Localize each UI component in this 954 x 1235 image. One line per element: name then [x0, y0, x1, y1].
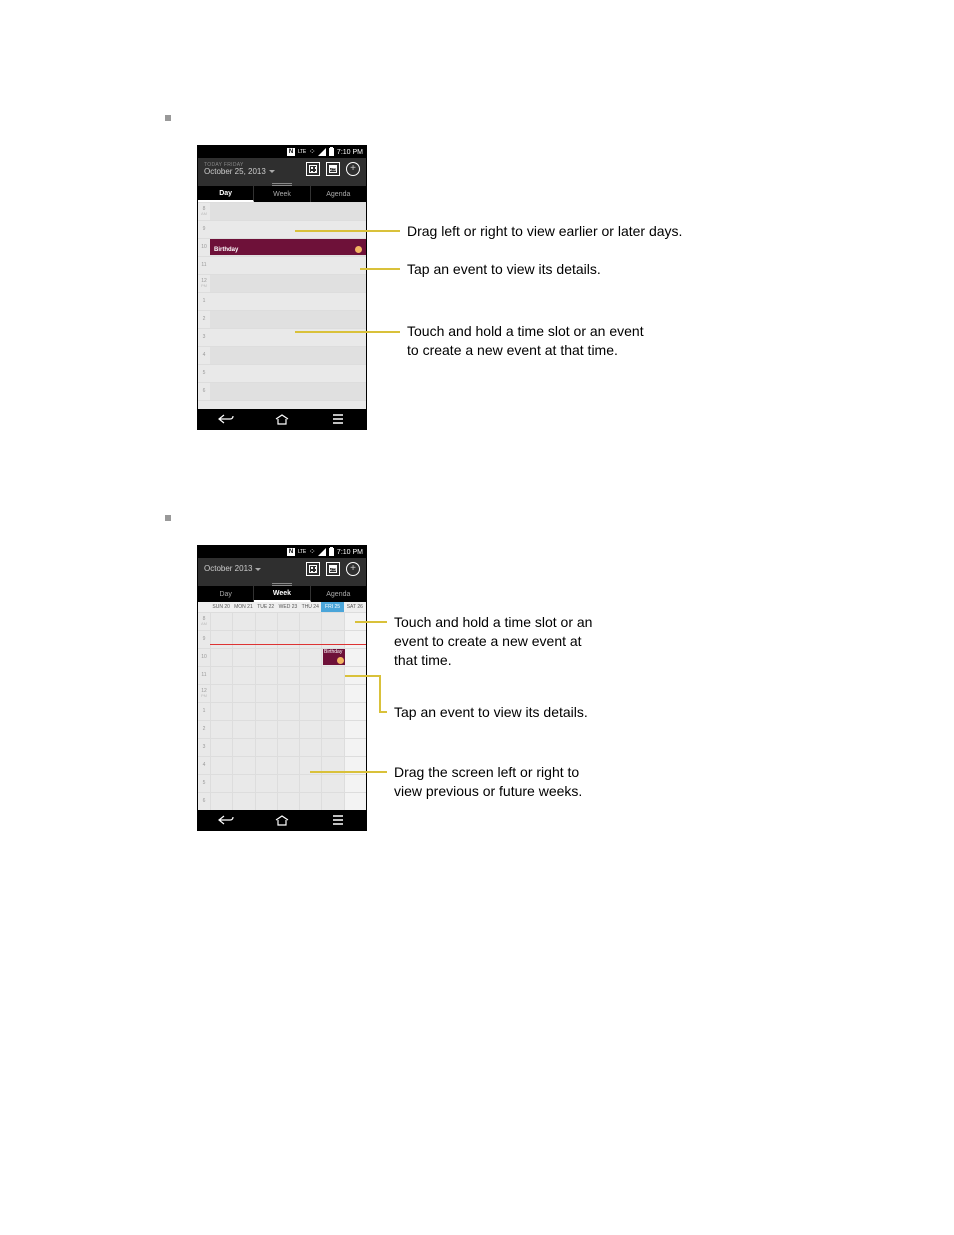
day-grid[interactable]: 8AM 9 10 11 12PM 1 2 3 4 5 6 Birthday: [198, 202, 366, 409]
header-date-picker[interactable]: October 2013: [204, 565, 300, 573]
time-slot[interactable]: [210, 383, 366, 400]
time-slot[interactable]: [210, 685, 366, 702]
week-day-label[interactable]: TUE 22: [255, 602, 277, 612]
callout-text: Touch and hold a time slot or an event t…: [407, 322, 644, 360]
time-slot[interactable]: [210, 293, 366, 310]
time-slot[interactable]: [210, 257, 366, 274]
time-slot[interactable]: [210, 401, 366, 409]
week-day-label[interactable]: WED 23: [277, 602, 299, 612]
time-slot[interactable]: [210, 365, 366, 382]
callout-text: Drag left or right to view earlier or la…: [407, 222, 682, 241]
header-title-text: October 25, 2013: [204, 168, 266, 176]
status-bar: N LTE 7:10 PM: [198, 146, 366, 158]
phone-screenshot-week: N LTE 7:10 PM October 2013 25 +: [197, 545, 367, 831]
week-day-label[interactable]: SUN 20: [210, 602, 232, 612]
calendar-event[interactable]: Birthday: [323, 649, 345, 665]
app-header: TODAY FRIDAY October 25, 2013 25 +: [198, 158, 366, 180]
event-label: Birthday: [214, 247, 238, 253]
week-day-label[interactable]: MON 21: [232, 602, 254, 612]
battery-icon: [329, 548, 334, 556]
tab-day[interactable]: Day: [198, 586, 254, 602]
back-button[interactable]: [198, 409, 254, 429]
time-slot[interactable]: [210, 275, 366, 292]
time-slot[interactable]: [210, 775, 366, 792]
add-event-button[interactable]: +: [346, 162, 360, 176]
section-day-view: N LTE 7:10 PM TODAY FRIDAY October 25, 2…: [165, 115, 954, 485]
callout-text: Tap an event to view its details.: [407, 260, 601, 279]
status-time: 7:10 PM: [337, 149, 363, 156]
time-slot[interactable]: [210, 311, 366, 328]
callout-connector: [345, 675, 379, 677]
callout-connector: [295, 331, 400, 333]
lte-label: LTE: [298, 549, 306, 555]
home-button[interactable]: [254, 409, 310, 429]
tab-day[interactable]: Day: [198, 186, 254, 202]
bullet: [165, 115, 171, 121]
callout-connector: [355, 621, 387, 623]
brightness-icon: [309, 149, 315, 155]
add-event-button[interactable]: +: [346, 562, 360, 576]
lte-label: LTE: [298, 149, 306, 155]
view-tabs: Day Week Agenda: [198, 586, 366, 602]
dropdown-arrow-icon: [269, 170, 275, 173]
signal-icon: [318, 548, 326, 556]
phone-screenshot-day: N LTE 7:10 PM TODAY FRIDAY October 25, 2…: [197, 145, 367, 430]
go-to-today-button[interactable]: 25: [326, 162, 340, 176]
signal-icon: [318, 148, 326, 156]
week-day-label[interactable]: THU 24: [299, 602, 321, 612]
calendar-icon[interactable]: [306, 162, 320, 176]
time-slot[interactable]: [210, 347, 366, 364]
back-button[interactable]: [198, 810, 254, 830]
time-slot[interactable]: [210, 721, 366, 738]
recent-apps-button[interactable]: [310, 409, 366, 429]
go-to-today-button[interactable]: 25: [326, 562, 340, 576]
week-day-header: SUN 20 MON 21 TUE 22 WED 23 THU 24 FRI 2…: [198, 602, 366, 612]
time-slot[interactable]: [210, 203, 366, 220]
header-title-text: October 2013: [204, 565, 252, 573]
callout-text: Touch and hold a time slot or an event t…: [394, 613, 592, 670]
android-nav-bar: [198, 810, 366, 830]
callout-connector: [310, 771, 387, 773]
recent-apps-button[interactable]: [310, 810, 366, 830]
time-slot[interactable]: [210, 739, 366, 756]
brightness-icon: [309, 549, 315, 555]
event-icon: [337, 657, 344, 664]
callout-connector: [360, 268, 400, 270]
tab-agenda[interactable]: Agenda: [311, 586, 366, 602]
tab-week[interactable]: Week: [254, 586, 310, 602]
event-label: Birthday: [324, 649, 342, 655]
dropdown-arrow-icon: [255, 568, 261, 571]
nfc-icon: N: [287, 148, 295, 156]
time-slot[interactable]: [210, 793, 366, 810]
callout-connector: [379, 675, 381, 711]
status-bar: N LTE 7:10 PM: [198, 546, 366, 558]
callout-text: Drag the screen left or right to view pr…: [394, 763, 582, 801]
calendar-event[interactable]: Birthday: [210, 239, 366, 255]
week-day-label[interactable]: FRI 25: [321, 602, 343, 612]
time-slot[interactable]: [210, 631, 366, 648]
view-tabs: Day Week Agenda: [198, 186, 366, 202]
calendar-icon[interactable]: [306, 562, 320, 576]
callout-connector: [379, 711, 387, 713]
time-slot[interactable]: [210, 667, 366, 684]
callout-text: Tap an event to view its details.: [394, 703, 588, 722]
nfc-icon: N: [287, 548, 295, 556]
status-time: 7:10 PM: [337, 549, 363, 556]
bullet: [165, 515, 171, 521]
time-slot[interactable]: [210, 703, 366, 720]
tab-agenda[interactable]: Agenda: [311, 186, 366, 202]
week-day-label[interactable]: SAT 26: [344, 602, 366, 612]
callout-connector: [295, 230, 400, 232]
header-date-picker[interactable]: TODAY FRIDAY October 25, 2013: [204, 163, 300, 176]
week-grid[interactable]: 8AM 9 10 11 12PM 1 2 3 4 5 6 Birthday: [198, 612, 366, 810]
home-button[interactable]: [254, 810, 310, 830]
section-week-view: N LTE 7:10 PM October 2013 25 +: [165, 515, 954, 885]
current-time-indicator: [210, 644, 366, 645]
tab-week[interactable]: Week: [254, 186, 310, 202]
app-header: October 2013 25 +: [198, 558, 366, 580]
battery-icon: [329, 148, 334, 156]
event-icon: [355, 246, 362, 253]
time-slot[interactable]: [210, 613, 366, 630]
android-nav-bar: [198, 409, 366, 429]
